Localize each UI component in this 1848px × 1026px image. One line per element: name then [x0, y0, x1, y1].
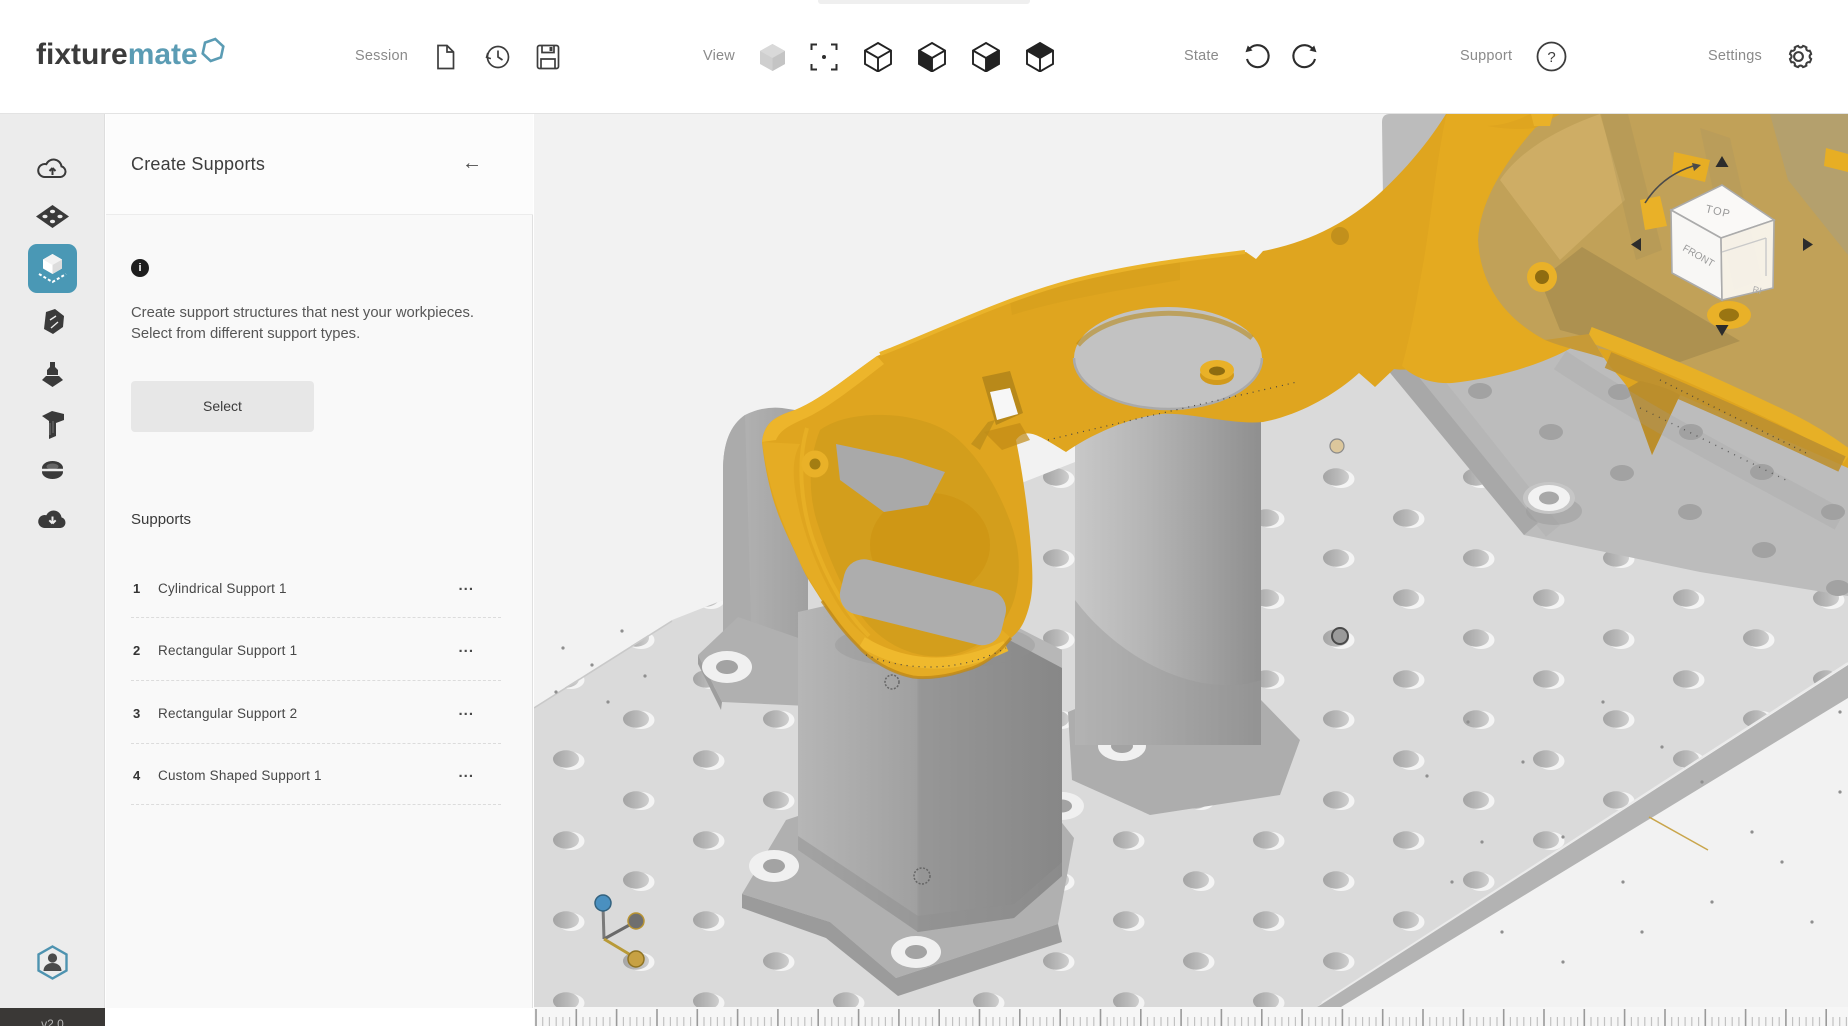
svg-text:?: ?	[1547, 49, 1555, 66]
